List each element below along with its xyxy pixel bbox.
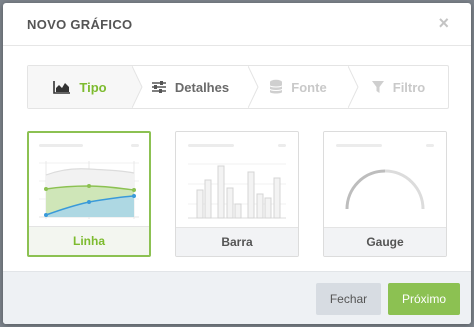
close-button[interactable]: Fechar xyxy=(316,283,381,315)
chart-type-line-card[interactable]: Linha xyxy=(27,131,151,257)
new-chart-dialog: NOVO GRÁFICO × Tipo Detalhes Fonte Filtr… xyxy=(3,3,471,324)
chart-type-label: Gauge xyxy=(324,227,446,256)
step-label: Detalhes xyxy=(174,79,230,95)
line-chart-preview xyxy=(29,133,149,229)
step-tipo[interactable]: Tipo xyxy=(28,66,132,108)
step-filtro: Filtro xyxy=(348,66,448,108)
chart-type-label: Barra xyxy=(176,227,298,256)
filter-icon xyxy=(371,80,385,94)
close-icon[interactable]: × xyxy=(438,13,449,33)
area-chart-icon xyxy=(53,80,71,94)
step-fonte: Fonte xyxy=(248,66,348,108)
chart-type-label: Linha xyxy=(29,226,149,255)
dialog-title: NOVO GRÁFICO xyxy=(27,17,133,32)
step-label: Fonte xyxy=(291,79,327,95)
bar-chart-preview xyxy=(176,132,298,228)
dialog-header: NOVO GRÁFICO × xyxy=(3,3,471,46)
sliders-icon xyxy=(151,80,167,94)
gauge-chart-preview xyxy=(324,132,446,228)
step-detalhes[interactable]: Detalhes xyxy=(132,66,248,108)
next-button[interactable]: Próximo xyxy=(388,283,460,315)
dialog-footer: Fechar Próximo xyxy=(3,271,471,324)
chart-type-gauge-card[interactable]: Gauge xyxy=(323,131,447,257)
wizard-steps: Tipo Detalhes Fonte Filtro xyxy=(27,65,449,109)
step-label: Filtro xyxy=(392,79,426,95)
step-label: Tipo xyxy=(79,79,107,95)
chart-type-bar-card[interactable]: Barra xyxy=(175,131,299,257)
database-icon xyxy=(269,79,283,95)
